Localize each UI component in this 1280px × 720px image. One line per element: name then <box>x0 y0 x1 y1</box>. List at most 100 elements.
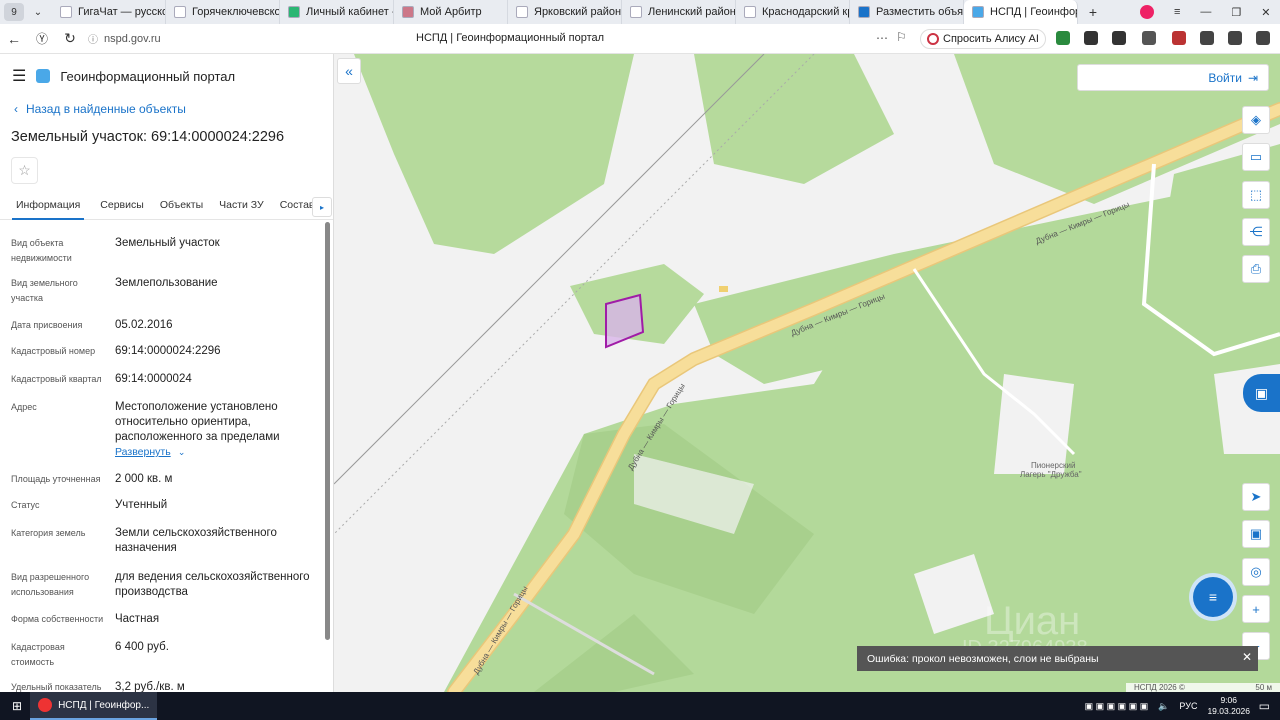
favicon-icon <box>288 6 300 18</box>
tab-services[interactable]: Сервисы <box>100 194 144 220</box>
chat-assistant-icon[interactable]: ▣ <box>1243 374 1280 412</box>
layers-icon[interactable]: ◈ <box>1242 106 1270 134</box>
property-label: Форма собственности <box>11 614 104 624</box>
tab-parcel-parts[interactable]: Части ЗУ <box>219 194 264 220</box>
favicon-icon <box>174 6 186 18</box>
browser-tab[interactable]: Краснодарский крас <box>736 0 850 24</box>
tab-title: Ярковский районны <box>534 6 622 18</box>
favorite-star-icon[interactable]: ☆ <box>11 157 38 184</box>
property-label: Кадастровый номер <box>11 346 96 356</box>
browser-tab[interactable]: Разместить объявле <box>850 0 964 24</box>
property-label: Кадастровая стоимость <box>11 642 65 667</box>
portal-header: ☰ Геоинформационный портал <box>12 66 235 86</box>
volume-icon[interactable]: 🔈 <box>1158 701 1169 712</box>
property-value: Землепользование <box>115 277 218 289</box>
windows-start-icon[interactable]: ⊞ <box>12 699 22 713</box>
portal-name[interactable]: Геоинформационный портал <box>60 69 235 84</box>
map-canvas[interactable]: Дубна — Кимры — Горицы Дубна — Кимры — Г… <box>334 54 1280 692</box>
extension-icon[interactable] <box>1228 31 1242 45</box>
back-arrow-icon[interactable]: ← <box>0 31 28 47</box>
extension-icon[interactable] <box>1200 31 1214 45</box>
bookmarks-icon[interactable]: ≡ <box>1174 6 1180 18</box>
property-label: Вид разрешенного использования <box>11 572 90 597</box>
extension-icon[interactable] <box>1056 31 1070 45</box>
alice-button[interactable]: Спросить Алису AI <box>920 29 1046 49</box>
tab-objects[interactable]: Объекты <box>160 194 203 220</box>
browser-tab[interactable]: Личный кабинет - М <box>280 0 394 24</box>
clock[interactable]: 9:06 19.03.2026 <box>1207 695 1250 717</box>
notifications-icon[interactable]: ▭ <box>1259 699 1270 713</box>
share-icon[interactable]: ⋲ <box>1242 218 1270 246</box>
browser-tab[interactable]: Ленинский районны <box>622 0 736 24</box>
scale-bar: 50 м <box>1255 683 1272 692</box>
login-icon: ⇥ <box>1247 70 1258 85</box>
property-value: 6 400 руб. <box>115 641 169 653</box>
alice-icon <box>927 33 939 45</box>
taskbar-app[interactable]: НСПД | Геоинфор... <box>30 692 158 720</box>
menu-icon[interactable]: ☰ <box>12 66 26 86</box>
browser-tab[interactable]: Мой Арбитр <box>394 0 508 24</box>
object-title: Земельный участок: 69:14:0000024:2296 <box>11 129 285 145</box>
extension-icon[interactable] <box>1142 31 1156 45</box>
extension-icon[interactable] <box>1112 31 1126 45</box>
minimap-icon[interactable]: ▣ <box>1242 520 1270 548</box>
property-label: Вид объекта недвижимости <box>11 238 72 263</box>
language-indicator[interactable]: РУС <box>1179 701 1197 711</box>
tab-information[interactable]: Информация <box>12 194 85 220</box>
url-field[interactable]: nspd.gov.ru <box>104 33 161 45</box>
property-value: Частная <box>115 613 160 625</box>
page-title: НСПД | Геоинформационный портал <box>416 32 605 44</box>
extension-icon[interactable] <box>1084 31 1098 45</box>
clearing-area <box>994 374 1074 474</box>
ruler-icon[interactable]: ▭ <box>1242 143 1270 171</box>
property-value: Местоположение установлено относительно … <box>115 401 280 443</box>
property-label: Вид земельного участка <box>11 278 78 303</box>
tabs-scroll-right-icon[interactable]: ▸ <box>312 197 332 217</box>
collapse-panel-icon[interactable]: « <box>337 58 361 84</box>
tab-title: Краснодарский крас <box>762 6 849 18</box>
more-icon[interactable]: ⋯ <box>876 31 888 45</box>
tab-title: Ленинский районны <box>648 6 736 18</box>
browser-tab[interactable]: Ярковский районны <box>508 0 622 24</box>
print-icon[interactable]: ⎙ <box>1242 255 1270 283</box>
geolocation-icon[interactable]: ◎ <box>1242 558 1270 586</box>
property-label: Категория земель <box>11 528 86 538</box>
tray-icons[interactable]: ▣ ▣ ▣ ▣ ▣ ▣ <box>1085 701 1149 712</box>
minimize-icon[interactable]: — <box>1200 6 1211 18</box>
reload-icon[interactable]: ↻ <box>56 30 84 47</box>
close-icon[interactable]: ✕ <box>1242 650 1252 664</box>
bookmark-icon[interactable]: ⚐ <box>896 30 907 44</box>
yandex-icon[interactable]: Ⓨ <box>28 30 56 47</box>
tab-count-badge[interactable]: 9 <box>4 3 24 21</box>
tabs-menu-icon[interactable]: ⌄ <box>28 3 48 21</box>
extension-icon[interactable] <box>1172 31 1186 45</box>
extension-icon[interactable] <box>1256 31 1270 45</box>
close-window-icon[interactable]: ✕ <box>1261 6 1270 19</box>
tab-title: Мой Арбитр <box>420 6 482 18</box>
security-icon[interactable]: ⓘ <box>88 31 98 46</box>
property-label: Кадастровый квартал <box>11 374 102 384</box>
restore-icon[interactable]: ❐ <box>1231 6 1241 19</box>
portal-logo-icon[interactable] <box>36 69 51 83</box>
login-button[interactable]: Войти ⇥ <box>1077 64 1269 91</box>
browser-tab-bar: 9 ⌄ ГигаЧат — русскоязычн Горячеключевско… <box>0 0 1280 24</box>
zoom-in-icon[interactable]: + <box>1242 595 1270 623</box>
feedback-chat-icon[interactable]: ≡ <box>1193 577 1233 617</box>
property-value: 2 000 кв. м <box>115 473 173 485</box>
browser-tab[interactable]: Горячеключевской г <box>166 0 280 24</box>
map-footer: НСПД 2026 © 50 м <box>1126 683 1280 692</box>
tab-title: НСПД | Геоинфор <box>990 6 1078 18</box>
tab-composition[interactable]: Состав <box>280 194 315 220</box>
back-to-results-link[interactable]: ‹ Назад в найденные объекты <box>14 102 186 116</box>
locate-icon[interactable]: ➤ <box>1242 483 1270 511</box>
profile-icon[interactable] <box>1140 5 1154 19</box>
object-tabs: Информация Сервисы Объекты Части ЗУ Сост… <box>0 194 333 220</box>
tab-title: Личный кабинет - М <box>306 6 393 18</box>
error-toast: Ошибка: прокол невозможен, слои не выбра… <box>857 646 1258 671</box>
select-area-icon[interactable]: ⬚ <box>1242 181 1270 209</box>
browser-tab[interactable]: НСПД | Геоинфор✕ <box>964 0 1078 24</box>
new-tab-button[interactable]: + <box>1082 3 1104 21</box>
panel-scrollbar[interactable] <box>325 222 330 640</box>
browser-tab[interactable]: ГигаЧат — русскоязычн <box>52 0 166 24</box>
property-label: Площадь уточненная <box>11 474 101 484</box>
